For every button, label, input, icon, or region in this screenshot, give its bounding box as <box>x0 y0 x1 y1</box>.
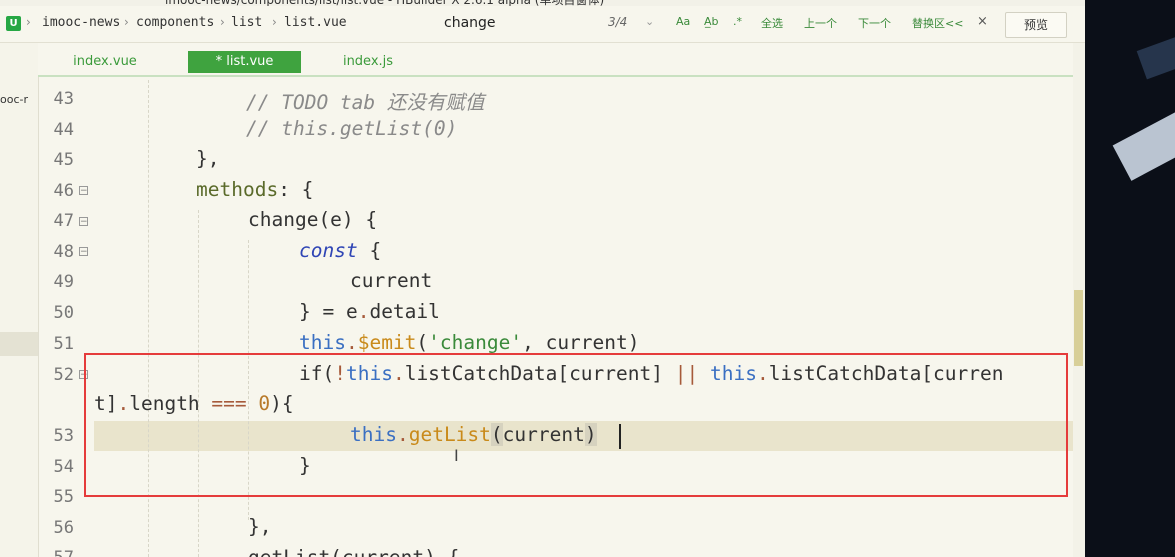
preview-button[interactable]: 预览 <box>1005 12 1067 38</box>
close-search-button[interactable]: × <box>977 14 988 29</box>
code-line-43[interactable]: // TODO tab 还没有赋值 <box>246 86 484 115</box>
project-selected-item[interactable] <box>0 332 38 356</box>
tab-index-js[interactable]: index.js <box>323 51 413 73</box>
line-number: 57 <box>38 548 74 557</box>
match-count: 3/4 <box>608 15 628 29</box>
background-glow <box>1136 30 1175 80</box>
line-number: 45 <box>53 150 74 170</box>
indent-guide <box>248 240 249 520</box>
code-line-50[interactable]: } = e.detail <box>299 300 440 323</box>
scrollbar-thumb[interactable] <box>1074 290 1083 366</box>
line-number: 44 <box>53 120 74 140</box>
background-glow <box>1112 89 1175 181</box>
editor-tabs: index.vue * list.vue index.js <box>38 43 1085 77</box>
indent-guide <box>148 80 149 557</box>
fold-toggle-icon[interactable]: − <box>79 370 88 380</box>
indent-guide <box>198 210 199 557</box>
project-icon[interactable]: U <box>6 16 21 31</box>
code-line-51[interactable]: this.$emit('change', current) <box>299 331 640 354</box>
breadcrumb-item[interactable]: list <box>231 15 262 30</box>
case-sensitive-icon[interactable]: Aa <box>676 15 690 28</box>
line-number: 51 <box>53 334 74 354</box>
project-label[interactable]: ooc-r <box>0 93 38 106</box>
code-line-47[interactable]: change(e) { <box>248 208 377 231</box>
code-line-54[interactable]: } <box>299 454 311 477</box>
line-number: 56 <box>53 518 74 538</box>
line-number: 49 <box>53 272 74 292</box>
fold-toggle-icon[interactable]: − <box>79 217 88 227</box>
breadcrumb-item[interactable]: list.vue <box>284 15 347 30</box>
chevron-right-icon: › <box>272 15 277 29</box>
ibeam-cursor-icon: I <box>454 446 459 465</box>
breadcrumb-item[interactable]: imooc-news <box>42 15 120 30</box>
code-line-45[interactable]: }, <box>196 147 219 170</box>
code-line-48[interactable]: const { <box>299 239 381 262</box>
line-number: 43 <box>53 89 74 109</box>
select-all-button[interactable]: 全选 <box>761 15 783 31</box>
line-number: 52 <box>53 365 74 385</box>
fold-toggle-icon[interactable]: − <box>79 247 88 257</box>
chevron-down-icon[interactable]: ⌄ <box>645 15 654 28</box>
chevron-right-icon: › <box>124 15 129 29</box>
line-number: 53 <box>53 426 74 446</box>
code-line-49[interactable]: current <box>350 269 432 292</box>
whole-word-icon[interactable]: A̲b <box>704 15 719 28</box>
line-number: 46 <box>53 181 74 201</box>
line-number-gutter: 43 44 45 46 − 47 − 48 − 49 50 51 52 − 53… <box>38 80 88 557</box>
regex-icon[interactable]: .* <box>733 15 742 28</box>
next-match-button[interactable]: 下一个 <box>858 15 891 31</box>
line-number: 47 <box>53 211 74 231</box>
code-line-46[interactable]: methods: { <box>196 178 313 201</box>
code-line-53[interactable]: this.getList(current) <box>350 423 597 446</box>
tab-list-vue[interactable]: * list.vue <box>188 51 301 73</box>
code-line-56[interactable]: }, <box>248 515 271 538</box>
line-number: 48 <box>53 242 74 262</box>
code-line-57[interactable]: getList(current) { <box>248 546 459 557</box>
breadcrumb-item[interactable]: components <box>136 15 214 30</box>
tab-index-vue[interactable]: index.vue <box>52 51 158 73</box>
toolbar: U › imooc-news › components › list › lis… <box>0 6 1085 43</box>
desktop-background <box>1085 0 1175 557</box>
code-line-52[interactable]: if(!this.listCatchData[current] || this.… <box>299 362 1004 385</box>
text-caret <box>619 424 621 449</box>
line-number: 54 <box>53 457 74 477</box>
chevron-right-icon: › <box>26 15 31 29</box>
code-editor[interactable]: 43 44 45 46 − 47 − 48 − 49 50 51 52 − 53… <box>38 80 1085 557</box>
prev-match-button[interactable]: 上一个 <box>804 15 837 31</box>
tab-divider <box>38 75 1085 77</box>
line-number: 50 <box>53 303 74 323</box>
search-text[interactable]: change <box>444 15 496 31</box>
project-panel: ooc-r <box>0 43 39 557</box>
code-line-52-wrap[interactable]: t].length === 0){ <box>94 392 294 415</box>
replace-toggle-button[interactable]: 替换区<< <box>912 15 963 31</box>
fold-toggle-icon[interactable]: − <box>79 186 88 196</box>
code-line-44[interactable]: // this.getList(0) <box>246 117 457 140</box>
line-number: 55 <box>53 487 74 507</box>
chevron-right-icon: › <box>220 15 225 29</box>
